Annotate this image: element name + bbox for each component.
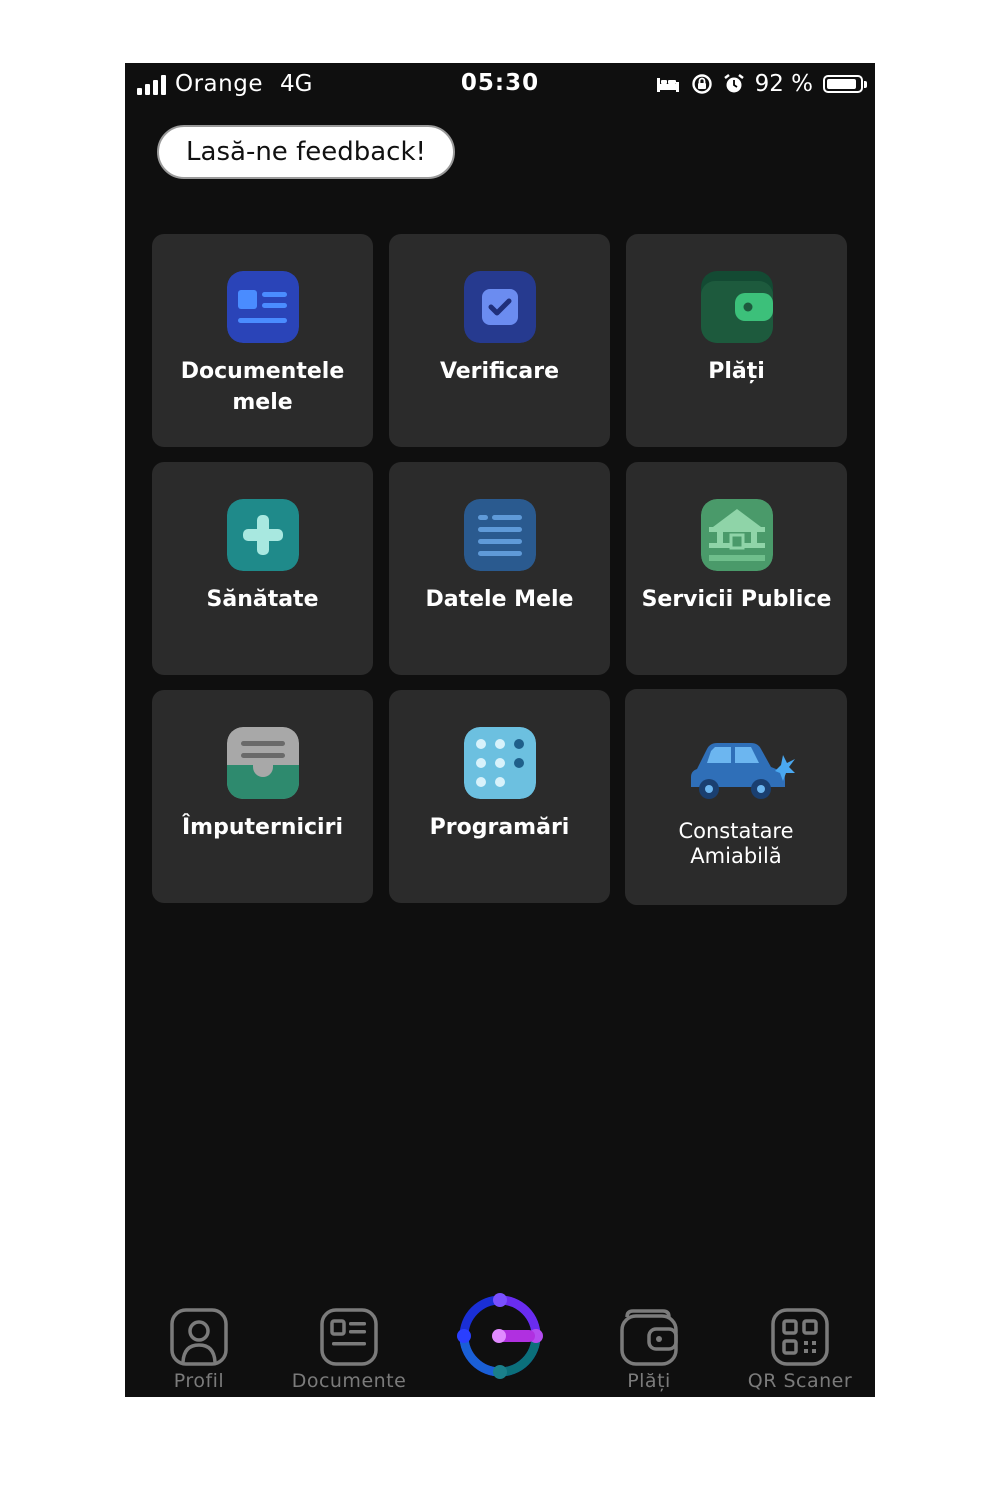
battery-percent: 92 % (754, 71, 813, 97)
tile-sanatate[interactable]: Sănătate (152, 462, 373, 675)
tile-label: Verificare (439, 359, 560, 384)
alarm-icon (723, 74, 744, 93)
tile-label: Împuterniciri (182, 815, 343, 840)
battery-icon (823, 75, 867, 93)
delegation-icon (227, 727, 299, 799)
tile-servicii-publice[interactable]: Servicii Publice (626, 462, 847, 675)
tile-label: Datele Mele (425, 587, 574, 612)
tab-documente[interactable]: Documente (274, 1307, 424, 1397)
public-building-icon (701, 499, 773, 571)
rotation-lock-icon (691, 74, 712, 94)
documents-icon (320, 1308, 378, 1366)
calendar-dots-icon (464, 727, 536, 799)
tab-qr-scaner[interactable]: QR Scaner (725, 1307, 875, 1397)
tile-programari[interactable]: Programări (389, 690, 610, 903)
tab-label: QR Scaner (747, 1370, 853, 1392)
document-card-icon (227, 271, 299, 343)
tile-label: Plăți (708, 359, 765, 384)
tile-label: Documentele mele (180, 359, 345, 415)
wallet-icon (620, 1309, 678, 1366)
qr-code-icon (771, 1308, 829, 1366)
wallet-icon (701, 271, 773, 343)
app-screen: Orange 4G 05:30 92 % Lasă-ne feedback! D… (125, 63, 875, 1397)
tile-verificare[interactable]: Verificare (389, 234, 610, 447)
status-bar: Orange 4G 05:30 92 % (125, 63, 875, 107)
tile-label: Servicii Publice (641, 587, 832, 612)
tab-plati[interactable]: Plăți (574, 1307, 724, 1397)
tile-constatare-amiabila[interactable]: Constatare Amiabilă (625, 689, 847, 905)
app-logo-icon[interactable] (457, 1293, 543, 1379)
tile-label: Programări (429, 815, 570, 840)
medical-cross-icon (227, 499, 299, 571)
tile-imputerniciri[interactable]: Împuterniciri (152, 690, 373, 903)
list-icon (464, 499, 536, 571)
tab-profil[interactable]: Profil (125, 1307, 274, 1397)
feedback-button[interactable]: Lasă-ne feedback! (157, 125, 455, 179)
tile-documentele-mele[interactable]: Documentele mele (152, 234, 373, 447)
tab-label: Plăți (627, 1370, 671, 1392)
tile-plati[interactable]: Plăți (626, 234, 847, 447)
tile-label: Constatare Amiabilă (678, 819, 794, 868)
tile-label: Sănătate (206, 587, 319, 612)
tile-datele-mele[interactable]: Datele Mele (389, 462, 610, 675)
checkbox-icon (464, 271, 536, 343)
profile-icon (170, 1308, 228, 1366)
tab-label: Profil (173, 1370, 225, 1392)
bed-icon (656, 78, 679, 92)
car-crash-icon (685, 731, 795, 801)
tab-label: Documente (291, 1370, 407, 1392)
